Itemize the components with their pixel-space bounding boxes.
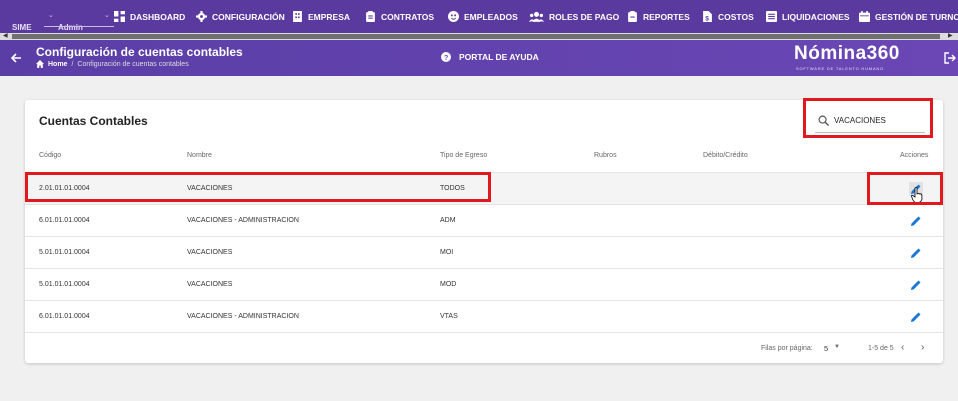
pencil-icon (911, 248, 921, 258)
scroll-left-icon[interactable]: ◀ (3, 33, 8, 40)
nav-costos[interactable]: $ COSTOS (702, 11, 754, 22)
next-page-icon[interactable]: › (921, 342, 924, 353)
edit-button[interactable] (909, 310, 923, 324)
nav-label: DASHBOARD (130, 11, 186, 22)
breadcrumb-separator: / (71, 60, 74, 68)
scroll-right-icon[interactable]: ▶ (948, 33, 953, 40)
nav-reportes[interactable]: REPORTES (627, 11, 690, 22)
edit-button[interactable] (909, 246, 923, 260)
chevron-down-icon: ⌄ (48, 12, 54, 19)
nav-label: EMPLEADOS (464, 11, 518, 22)
nav-empleados[interactable]: EMPLEADOS (448, 11, 518, 22)
nav-configuracion[interactable]: CONFIGURACIÓN (196, 11, 285, 22)
edit-button[interactable] (909, 214, 923, 228)
accounts-card: Cuentas Contables Código Nombre Tipo de … (25, 100, 943, 363)
scrollbar-thumb[interactable] (12, 34, 940, 39)
column-header-tipo-egreso[interactable]: Tipo de Egreso (440, 152, 487, 159)
column-header-acciones: Acciones (900, 152, 929, 159)
nav-empresa[interactable]: EMPRESA (292, 11, 350, 22)
table-row[interactable]: 5.01.01.01.0004 VACACIONES MOI (25, 236, 943, 268)
cell-codigo: 6.01.01.01.0004 (39, 313, 90, 320)
nav-label: LIQUIDACIONES (782, 11, 850, 22)
pencil-icon (911, 312, 921, 322)
chevron-down-icon[interactable]: ▼ (834, 344, 840, 350)
help-portal-link[interactable]: ? PORTAL DE AYUDA (441, 52, 539, 62)
column-header-codigo[interactable]: Código (39, 152, 61, 159)
nav-dashboard[interactable]: DASHBOARD (114, 11, 185, 22)
help-label: PORTAL DE AYUDA (459, 52, 539, 62)
file-dollar-icon: $ (703, 11, 712, 22)
highlight-box-search (803, 98, 933, 138)
column-header-nombre[interactable]: Nombre (187, 152, 212, 159)
column-header-rubros[interactable]: Rubros (594, 152, 617, 159)
logout-icon[interactable] (944, 52, 956, 64)
report-icon (628, 11, 637, 22)
cell-nombre: VACACIONES - ADMINISTRACION (187, 217, 299, 224)
nav-label: CONFIGURACIÓN (212, 11, 285, 22)
list-icon (766, 11, 777, 22)
pencil-icon (911, 280, 921, 290)
card-title: Cuentas Contables (39, 114, 148, 128)
help-icon: ? (441, 52, 451, 62)
prev-page-icon[interactable]: ‹ (901, 342, 904, 353)
pencil-icon (911, 216, 921, 226)
page-range: 1-5 de 5 (868, 345, 894, 352)
highlight-box-row (25, 172, 491, 202)
highlight-box-edit (867, 172, 943, 205)
dashboard-icon (114, 11, 125, 22)
back-arrow-icon[interactable] (10, 52, 22, 64)
user-select[interactable]: ⌄ Admin ⌄ (44, 0, 114, 33)
column-header-debito-credito[interactable]: Débito/Crédito (703, 152, 748, 159)
breadcrumb-home[interactable]: Home (48, 61, 67, 68)
cell-codigo: 6.01.01.01.0004 (39, 217, 90, 224)
cell-tipo: VTAS (440, 313, 458, 320)
page-header: Configuración de cuentas contables Home … (0, 40, 958, 76)
building-icon (293, 11, 302, 22)
calendar-icon (859, 11, 870, 22)
breadcrumb: Home / Configuración de cuentas contable… (36, 60, 189, 68)
contract-icon (366, 11, 375, 22)
nav-label: GESTIÓN DE TURNOS (875, 11, 958, 22)
gear-icon (196, 11, 207, 22)
page-title: Configuración de cuentas contables (36, 45, 243, 59)
svg-text:?: ? (444, 55, 448, 62)
chevron-down-icon: ⌄ (104, 12, 110, 19)
company-select[interactable]: SIME (12, 0, 42, 33)
nav-liquidaciones[interactable]: LIQUIDACIONES (766, 11, 850, 22)
nav-roles-de-pago[interactable]: ROLES DE PAGO (529, 11, 619, 22)
nav-label: EMPRESA (308, 11, 351, 22)
cell-nombre: VACACIONES (187, 281, 233, 288)
cell-nombre: VACACIONES (187, 249, 233, 256)
cell-codigo: 5.01.01.01.0004 (39, 281, 90, 288)
breadcrumb-current: Configuración de cuentas contables (77, 60, 189, 68)
users-icon (529, 11, 544, 22)
nav-label: COSTOS (718, 11, 754, 22)
nav-gestion-de-turnos[interactable]: GESTIÓN DE TURNOS (859, 11, 958, 22)
svg-text:$: $ (705, 15, 709, 22)
logo: Nómina360 (794, 43, 900, 64)
cell-tipo: ADM (440, 217, 456, 224)
home-icon (36, 60, 44, 68)
logo-subtitle: SOFTWARE DE TALENTO HUMANO (796, 66, 884, 71)
employee-icon (448, 11, 459, 22)
select-underline (44, 26, 114, 27)
edit-button[interactable] (909, 278, 923, 292)
nav-label: ROLES DE PAGO (549, 11, 620, 22)
cell-codigo: 5.01.01.01.0004 (39, 249, 90, 256)
cell-nombre: VACACIONES - ADMINISTRACION (187, 313, 299, 320)
rows-per-page-label: Filas por página: (761, 345, 813, 352)
cell-tipo: MOI (440, 249, 454, 256)
pagination: Filas por página: 5 ▼ 1-5 de 5 ‹ › (25, 332, 943, 363)
table-row[interactable]: 6.01.01.01.0004 VACACIONES - ADMINISTRAC… (25, 204, 943, 236)
table-row[interactable]: 6.01.01.01.0004 VACACIONES - ADMINISTRAC… (25, 300, 943, 332)
nav-label: REPORTES (643, 11, 690, 22)
horizontal-scrollbar[interactable]: ◀ ▶ (0, 33, 958, 40)
table-row[interactable]: 5.01.01.01.0004 VACACIONES MOD (25, 268, 943, 300)
nav-label: CONTRATOS (381, 11, 435, 22)
rows-per-page-select[interactable]: 5 (824, 344, 828, 353)
cell-tipo: MOD (440, 281, 457, 288)
nav-contratos[interactable]: CONTRATOS (365, 11, 434, 22)
top-navbar: SIME ⌄ Admin ⌄ DASHBOARD CONFIGURACIÓN E… (0, 0, 958, 33)
